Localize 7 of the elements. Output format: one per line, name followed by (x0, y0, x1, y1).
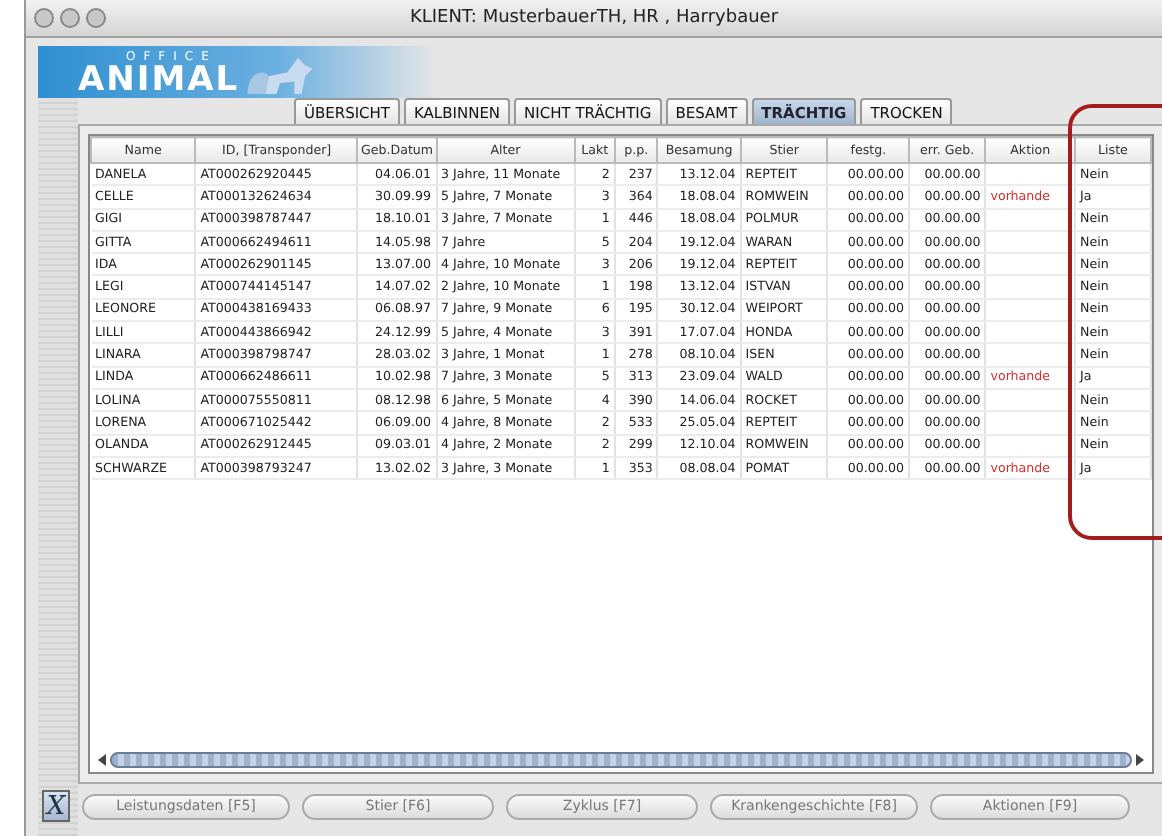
animals-icon (243, 54, 316, 98)
scroll-left-icon[interactable] (94, 752, 110, 768)
logo-wordmark: ANIMAL (78, 64, 240, 98)
window-title: KLIENT: MusterbauerTH, HR , Harrybauer (407, 8, 781, 28)
scroll-right-icon[interactable] (1132, 752, 1148, 768)
close-button[interactable]: X (42, 790, 70, 822)
scrollbar-thumb[interactable] (110, 752, 1132, 768)
